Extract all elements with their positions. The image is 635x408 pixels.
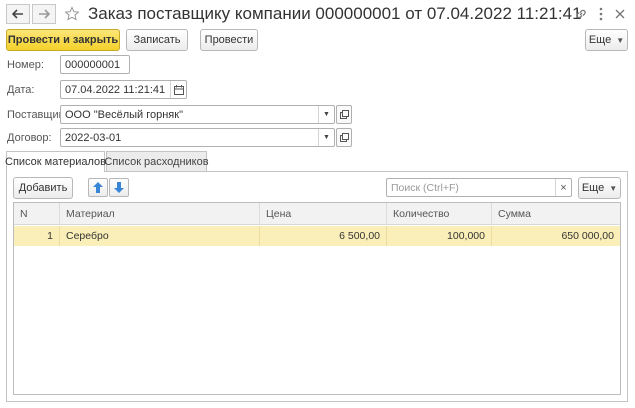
- column-header-price[interactable]: Цена: [260, 203, 387, 225]
- column-header-material[interactable]: Материал: [60, 203, 260, 225]
- back-button[interactable]: [6, 4, 30, 24]
- open-window-icon: [339, 133, 349, 142]
- date-field[interactable]: 07.04.2022 11:21:41: [60, 80, 187, 99]
- open-supplier-button[interactable]: [336, 105, 352, 124]
- more-button[interactable]: Еще ▼: [585, 29, 628, 51]
- more-vertical-icon[interactable]: [593, 6, 609, 22]
- arrow-down-icon: [114, 182, 124, 193]
- post-and-close-button[interactable]: Провести и закрыть: [6, 29, 120, 51]
- table-more-button[interactable]: Еще ▼: [578, 177, 621, 199]
- cell-quantity: 100,000: [387, 226, 492, 246]
- tab-consumables[interactable]: Список расходников: [104, 151, 209, 171]
- materials-table[interactable]: N Материал Цена Количество Сумма 1 Сереб…: [13, 202, 621, 395]
- cell-price: 6 500,00: [260, 226, 387, 246]
- table-row[interactable]: 1 Серебро 6 500,00 100,000 650 000,00: [14, 226, 620, 246]
- open-contract-button[interactable]: [336, 128, 352, 147]
- column-header-n[interactable]: N: [14, 203, 60, 225]
- date-value: 07.04.2022 11:21:41: [65, 83, 166, 96]
- supplier-field[interactable]: ООО "Весёлый горняк" ▼: [60, 105, 335, 124]
- chevron-down-icon: ▼: [616, 35, 625, 45]
- date-label: Дата:: [7, 84, 35, 96]
- column-header-quantity[interactable]: Количество: [387, 203, 492, 225]
- arrow-up-icon: [93, 182, 103, 193]
- arrow-right-icon: [39, 9, 50, 19]
- favorite-star-icon[interactable]: [64, 6, 80, 22]
- cell-material: Серебро: [60, 226, 260, 246]
- number-field[interactable]: 000000001: [60, 55, 130, 74]
- tab-materials[interactable]: Список материалов: [5, 151, 106, 172]
- link-icon[interactable]: [573, 6, 589, 22]
- search-input[interactable]: Поиск (Ctrl+F) ×: [386, 178, 572, 197]
- calendar-icon[interactable]: [170, 81, 186, 98]
- contract-label: Договор:: [7, 132, 52, 144]
- dropdown-icon[interactable]: ▼: [318, 129, 334, 146]
- add-button[interactable]: Добавить: [13, 177, 73, 199]
- page-title: Заказ поставщику компании 000000001 от 0…: [88, 4, 582, 23]
- supplier-value: ООО "Весёлый горняк": [65, 108, 183, 121]
- arrow-left-icon: [12, 9, 23, 19]
- table-more-label: Еще: [581, 182, 605, 194]
- chevron-down-icon: ▼: [609, 183, 618, 193]
- close-icon[interactable]: [612, 6, 628, 22]
- move-up-button[interactable]: [88, 178, 108, 197]
- cell-sum: 650 000,00: [561, 230, 614, 242]
- dropdown-icon[interactable]: ▼: [318, 106, 334, 123]
- table-header: N Материал Цена Количество Сумма: [14, 203, 620, 225]
- more-label: Еще: [588, 34, 612, 46]
- clear-icon[interactable]: ×: [555, 179, 571, 196]
- supplier-label: Поставщик:: [7, 109, 67, 121]
- forward-button[interactable]: [32, 4, 56, 24]
- open-window-icon: [339, 110, 349, 119]
- post-button[interactable]: Провести: [200, 29, 258, 51]
- column-header-sum[interactable]: Сумма: [492, 203, 620, 225]
- contract-field[interactable]: 2022-03-01 ▼: [60, 128, 335, 147]
- save-button[interactable]: Записать: [126, 29, 188, 51]
- number-label: Номер:: [7, 59, 44, 71]
- cell-n: 1: [14, 226, 60, 246]
- move-down-button[interactable]: [109, 178, 129, 197]
- contract-value: 2022-03-01: [65, 131, 122, 144]
- search-placeholder: Поиск (Ctrl+F): [391, 181, 459, 194]
